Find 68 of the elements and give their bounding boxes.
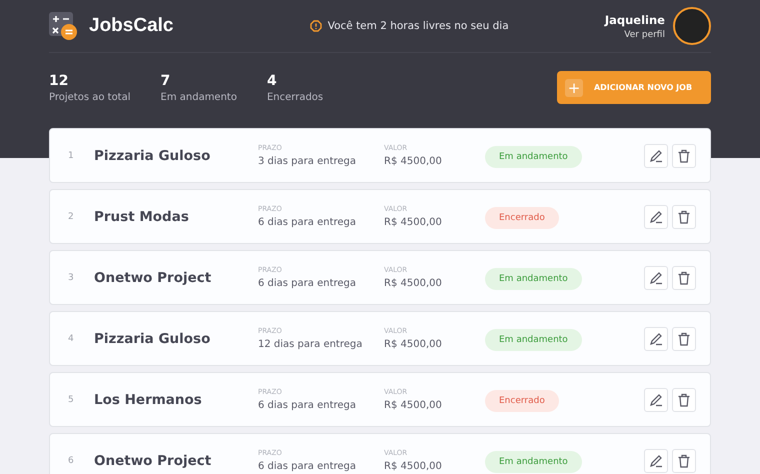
deadline-text: 6 dias para entrega [258,217,358,228]
warning-icon [310,20,322,32]
status-badge: Encerrado [485,206,559,228]
trash-icon [677,148,691,162]
deadline-text: 12 dias para entrega [258,339,364,350]
price-text: R$ 4500,00 [384,400,443,411]
job-name: Los Hermanos [94,392,203,408]
edit-button[interactable] [644,388,668,412]
price-text: R$ 4500,00 [384,339,443,350]
avatar[interactable] [672,7,711,45]
trash-icon [677,454,691,468]
edit-button[interactable] [644,204,668,228]
profile-link[interactable]: Ver perfil [624,30,665,40]
trash-icon [677,270,691,284]
job-name: Onetwo Project [94,452,212,468]
price-text: R$ 4500,00 [384,278,443,289]
pencil-icon [649,148,663,162]
delete-button[interactable] [672,266,696,290]
delete-button[interactable] [672,326,696,350]
pencil-icon [649,454,663,468]
job-name: Prust Modas [94,208,190,224]
delete-button[interactable] [672,448,696,472]
row-number: 2 [68,212,75,222]
row-number: 1 [68,150,75,160]
delete-button[interactable] [672,144,696,168]
status-badge: Encerrado [485,390,559,412]
price-text: R$ 4500,00 [384,217,443,228]
edit-button[interactable] [644,326,668,350]
status-badge: Em andamento [485,328,582,350]
deadline-text: 6 dias para entrega [258,400,358,411]
trash-icon [677,332,691,346]
stat-label: Encerrados [266,92,324,102]
stat-label: Em andamento [160,92,237,102]
edit-button[interactable] [644,266,668,290]
pencil-icon [649,270,663,284]
user-name: Jaqueline [604,12,665,26]
price-text: R$ 4500,00 [384,461,443,472]
row-number: 5 [68,394,75,404]
trash-icon [677,392,691,406]
price-text: R$ 4500,00 [384,156,443,167]
stat-value: 4 [266,72,278,88]
stat-label: Projetos ao total [49,92,131,102]
pencil-icon [649,332,663,346]
row-number: 3 [68,272,75,282]
job-name: Pizzaria Guloso [94,148,212,164]
row-number: 6 [68,456,75,466]
app-title: JobsCalc [89,15,174,37]
pencil-icon [649,210,663,224]
stat-value: 12 [49,72,70,88]
stat-value: 7 [160,72,172,88]
deadline-text: 6 dias para entrega [258,461,358,472]
trash-icon [677,210,691,224]
notice-text: Você tem 2 horas livres no seu dia [328,20,509,32]
edit-button[interactable] [644,144,668,168]
status-badge: Em andamento [485,146,582,168]
deadline-text: 3 dias para entrega [258,156,358,167]
delete-button[interactable] [672,388,696,412]
calculator-logo-icon [49,12,77,40]
status-badge: Em andamento [485,268,582,290]
status-badge: Em andamento [485,450,582,472]
row-number: 4 [68,334,75,344]
edit-button[interactable] [644,448,668,472]
job-name: Pizzaria Guloso [94,330,212,346]
plus-icon: + [565,78,583,96]
delete-button[interactable] [672,204,696,228]
pencil-icon [649,392,663,406]
deadline-text: 6 dias para entrega [258,278,358,289]
job-name: Onetwo Project [94,270,212,286]
